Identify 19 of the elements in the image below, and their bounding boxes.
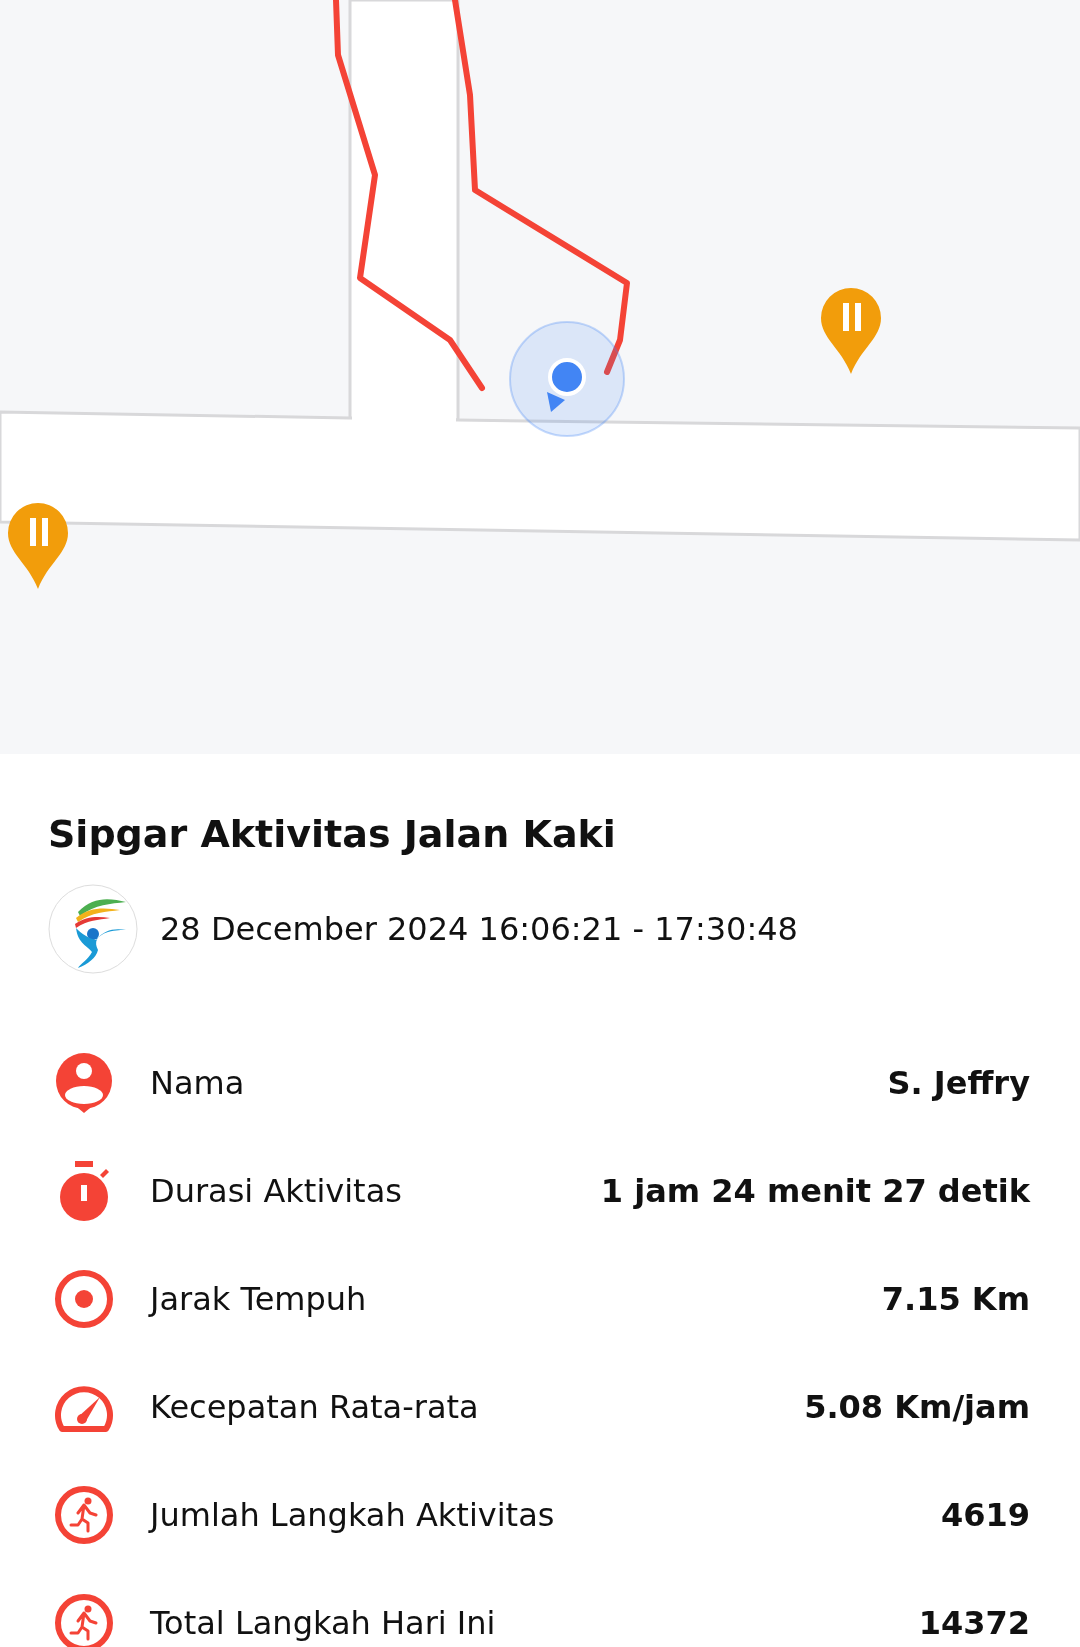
- stat-value: 14372: [918, 1603, 1030, 1642]
- stat-value: 5.08 Km/jam: [804, 1387, 1030, 1426]
- target-icon: [54, 1268, 114, 1329]
- stat-label: Total Langkah Hari Ini: [150, 1603, 497, 1642]
- stat-label: Nama: [150, 1063, 246, 1102]
- activity-title: Sipgar Aktivitas Jalan Kaki: [48, 812, 617, 858]
- stat-value: 1 jam 24 menit 27 detik: [600, 1171, 1030, 1210]
- stat-value: 4619: [940, 1495, 1030, 1534]
- stat-value: S. Jeffry: [887, 1063, 1030, 1102]
- stat-label: Durasi Aktivitas: [150, 1171, 403, 1210]
- logo-icon: [48, 883, 138, 974]
- stat-label: Kecepatan Rata-rata: [150, 1387, 480, 1426]
- stat-value: 7.15 Km: [881, 1279, 1030, 1318]
- runner-icon: [54, 1484, 114, 1545]
- activity-datetime: 28 December 2024 16:06:21 - 17:30:48: [160, 909, 798, 948]
- stat-label: Jarak Tempuh: [150, 1279, 368, 1318]
- stat-label: Jumlah Langkah Aktivitas: [150, 1495, 556, 1534]
- person-icon: [54, 1052, 114, 1113]
- runner-icon: [54, 1592, 114, 1647]
